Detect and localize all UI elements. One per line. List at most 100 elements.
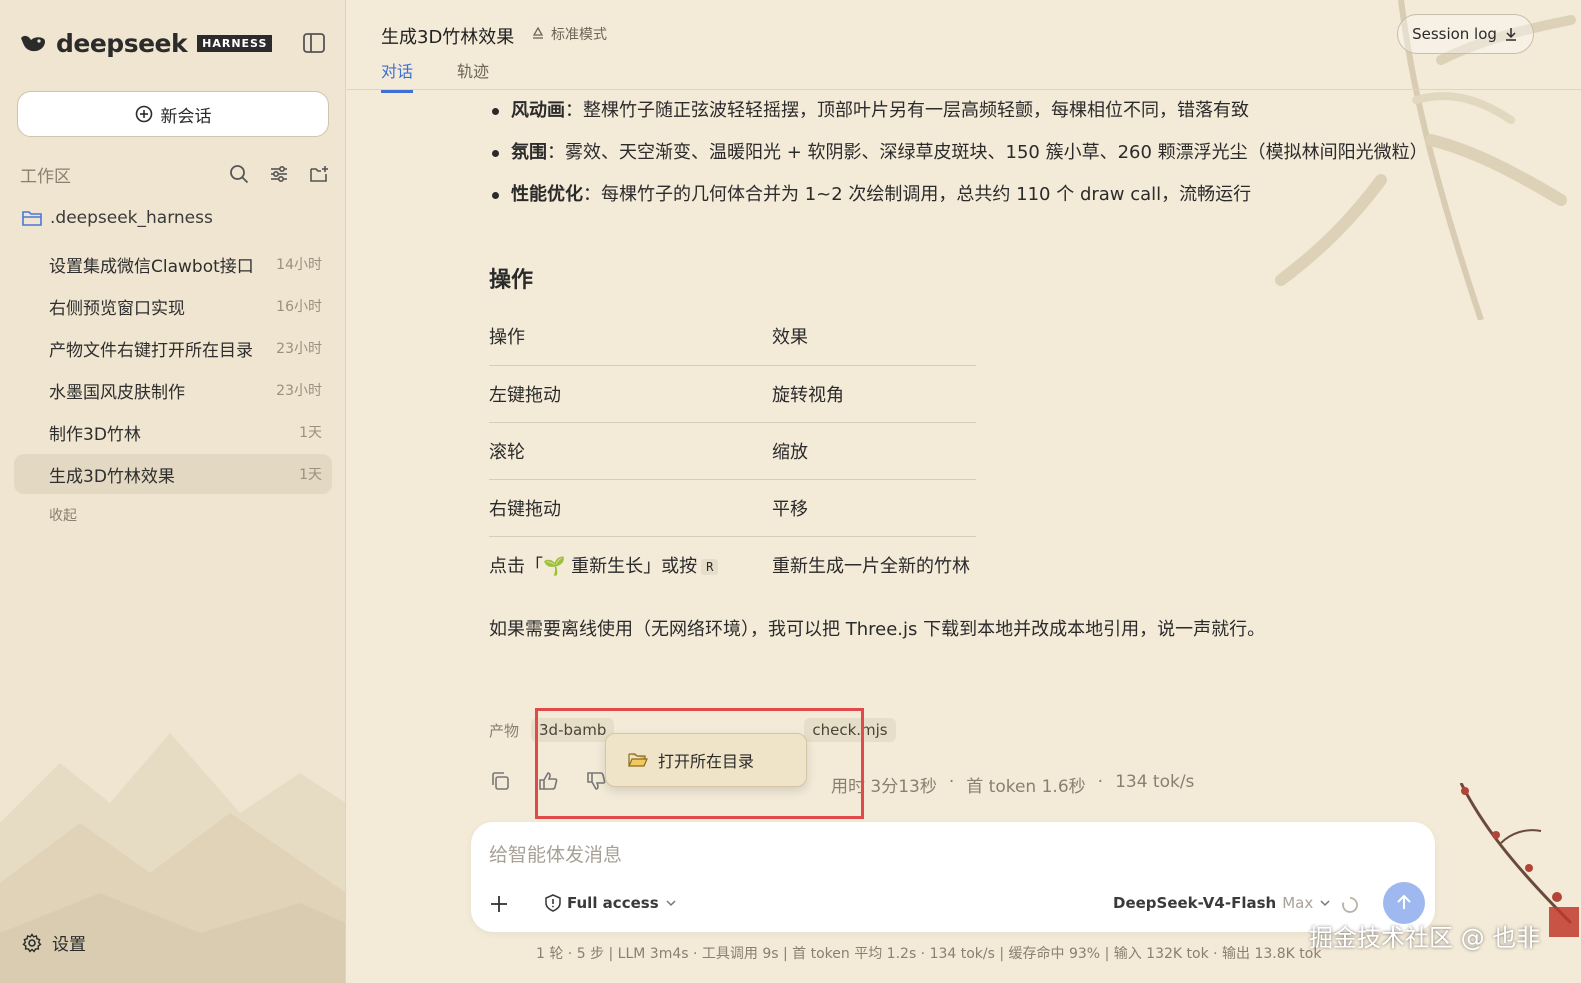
bullet-label: 风动画 <box>511 100 565 121</box>
settings-label: 设置 <box>52 935 86 955</box>
deepseek-whale-logo-icon <box>21 35 45 52</box>
session-item[interactable]: 产物文件右键打开所在目录 23小时 <box>14 328 332 368</box>
session-list: 设置集成微信Clawbot接口 14小时 右侧预览窗口实现 16小时 产物文件右… <box>14 244 332 496</box>
sidebar-toggle-icon[interactable] <box>302 32 326 54</box>
message-content: 风动画：整棵竹子随正弦波轻轻摇摆，顶部叶片另有一层高频轻颤，每棵相位不同，错落有… <box>489 92 1429 641</box>
loading-spinner-icon <box>1342 897 1358 913</box>
session-title: 设置集成微信Clawbot接口 <box>49 256 254 277</box>
table-header-cell: 操作 <box>489 308 772 366</box>
workspace-folder[interactable]: .deepseek_harness <box>22 208 213 228</box>
table-header-row: 操作 效果 <box>489 308 976 366</box>
brand: deepseek HARNESS <box>18 28 273 58</box>
session-time: 14小时 <box>276 257 322 273</box>
chat-header: 生成3D竹林效果 标准模式 对话 轨迹 Session log <box>347 0 1581 93</box>
tab-trajectory[interactable]: 轨迹 <box>457 58 489 93</box>
access-selector[interactable]: Full access <box>545 894 677 912</box>
model-name: DeepSeek-V4-Flash <box>1113 894 1277 912</box>
table-row: 点击「🌱 重新生长」或按 R 重新生成一片全新的竹林 <box>489 536 976 593</box>
gear-icon <box>22 932 42 952</box>
bullet-text: ：每棵竹子的几何体合并为 1~2 次绘制调用，总共约 110 个 draw ca… <box>583 184 1252 205</box>
copy-icon[interactable] <box>489 770 511 792</box>
bullet-label: 氛围 <box>511 142 547 163</box>
main-panel: 生成3D竹林效果 标准模式 对话 轨迹 Session log 风动画：整棵竹子… <box>347 0 1581 983</box>
session-stats: 1 轮 · 5 步 | LLM 3m4s · 工具调用 9s | 首 token… <box>536 946 1322 962</box>
session-time: 1天 <box>299 425 322 441</box>
recycle-icon <box>532 26 544 39</box>
tab-bar: 对话 轨迹 <box>381 58 489 93</box>
table-header-cell: 效果 <box>772 308 976 366</box>
cell-text: 点击「 <box>489 555 543 577</box>
collapse-link[interactable]: 收起 <box>49 505 77 525</box>
table-row: 滚轮 缩放 <box>489 422 976 480</box>
settings-button[interactable]: 设置 <box>22 930 86 955</box>
mode-indicator: 标准模式 <box>530 24 607 44</box>
page-title: 生成3D竹林效果 <box>381 27 515 48</box>
message-meta: 用时 3分13秒 · 首 token 1.6秒 · 134 tok/s <box>831 772 1194 797</box>
session-time: 23小时 <box>276 341 322 357</box>
tab-conversation[interactable]: 对话 <box>381 58 414 93</box>
meta-first-token: 首 token 1.6秒 <box>966 777 1086 797</box>
session-title: 生成3D竹林效果 <box>49 466 175 487</box>
brand-name: deepseek <box>56 28 188 58</box>
new-chat-button[interactable]: 新会话 <box>17 91 329 137</box>
session-title: 产物文件右键打开所在目录 <box>49 340 253 361</box>
section-heading: 操作 <box>489 268 534 293</box>
controls-table: 操作 效果 左键拖动 旋转视角 滚轮 缩放 右键拖动 平移 点击「🌱 重新生长」… <box>489 308 976 593</box>
table-row: 左键拖动 旋转视角 <box>489 365 976 423</box>
bullet-text: ：雾效、天空渐变、温暖阳光 + 软阴影、深绿草皮斑块、150 簇小草、260 颗… <box>547 142 1428 163</box>
session-item[interactable]: 右侧预览窗口实现 16小时 <box>14 286 332 326</box>
chevron-down-icon <box>666 900 676 907</box>
keyboard-key: R <box>701 558 719 575</box>
ink-mountains-decoration <box>0 733 345 983</box>
arrow-up-icon <box>1397 894 1411 909</box>
folder-name: .deepseek_harness <box>50 208 213 228</box>
filter-settings-icon[interactable] <box>268 163 290 185</box>
workspace-header: 工作区 <box>20 162 330 187</box>
folder-icon <box>22 211 42 226</box>
table-row: 右键拖动 平移 <box>489 479 976 537</box>
cell-text: 重新生长」或按 <box>565 555 698 577</box>
annotation-highlight-box <box>535 708 864 819</box>
session-item[interactable]: 制作3D竹林 1天 <box>14 412 332 452</box>
new-folder-icon[interactable] <box>308 163 330 185</box>
plus-circle-icon <box>135 105 152 123</box>
mode-label: 标准模式 <box>551 27 607 43</box>
table-cell: 点击「🌱 重新生长」或按 R <box>489 536 772 593</box>
session-item-active[interactable]: 生成3D竹林效果 1天 <box>14 454 332 494</box>
session-item[interactable]: 水墨国风皮肤制作 23小时 <box>14 370 332 410</box>
session-log-button[interactable]: Session log <box>1397 14 1534 54</box>
sidebar: deepseek HARNESS 新会话 工作区 .deepseek_harne… <box>0 0 346 983</box>
download-icon <box>1505 28 1516 41</box>
artifacts-label: 产物 <box>489 721 520 740</box>
attach-plus-icon[interactable] <box>487 892 511 916</box>
table-cell: 重新生成一片全新的竹林 <box>772 555 970 577</box>
message-input[interactable]: 给智能体发消息 <box>489 840 622 867</box>
watermark: 掘金技术社区 @ 也非 <box>1309 924 1541 952</box>
list-item: 风动画：整棵竹子随正弦波轻轻摇摆，顶部叶片另有一层高频轻颤，每棵相位不同，错落有… <box>489 92 1429 130</box>
search-icon[interactable] <box>228 163 250 185</box>
session-log-label: Session log <box>1412 25 1497 43</box>
session-time: 16小时 <box>276 299 322 315</box>
bullet-label: 性能优化 <box>511 184 583 205</box>
chevron-down-icon <box>1320 900 1330 907</box>
model-tier: Max <box>1282 894 1314 912</box>
seedling-icon: 🌱 <box>543 555 566 577</box>
offline-note: 如果需要离线使用（无网络环境），我可以把 Three.js 下载到本地并改成本地… <box>489 619 1266 640</box>
brand-badge: HARNESS <box>197 34 273 52</box>
message-composer: 给智能体发消息 Full access DeepSeek-V4-Flash Ma… <box>471 822 1435 932</box>
model-selector[interactable]: DeepSeek-V4-Flash Max <box>1113 894 1331 912</box>
bullet-text: ：整棵竹子随正弦波轻轻摇摆，顶部叶片另有一层高频轻颤，每棵相位不同，错落有致 <box>565 100 1249 121</box>
meta-speed: 134 tok/s <box>1115 772 1195 792</box>
workspace-title: 工作区 <box>20 166 71 187</box>
table-cell: 滚轮 <box>489 422 772 480</box>
new-chat-label: 新会话 <box>160 106 212 127</box>
session-item[interactable]: 设置集成微信Clawbot接口 14小时 <box>14 244 332 284</box>
session-time: 23小时 <box>276 383 322 399</box>
table-cell: 右键拖动 <box>489 479 772 537</box>
session-title: 制作3D竹林 <box>49 424 141 445</box>
table-cell: 旋转视角 <box>772 365 976 423</box>
table-cell: 平移 <box>772 479 976 537</box>
session-title: 水墨国风皮肤制作 <box>49 382 185 403</box>
list-item: 氛围：雾效、天空渐变、温暖阳光 + 软阴影、深绿草皮斑块、150 簇小草、260… <box>489 134 1429 172</box>
list-item: 性能优化：每棵竹子的几何体合并为 1~2 次绘制调用，总共约 110 个 dra… <box>489 176 1429 214</box>
